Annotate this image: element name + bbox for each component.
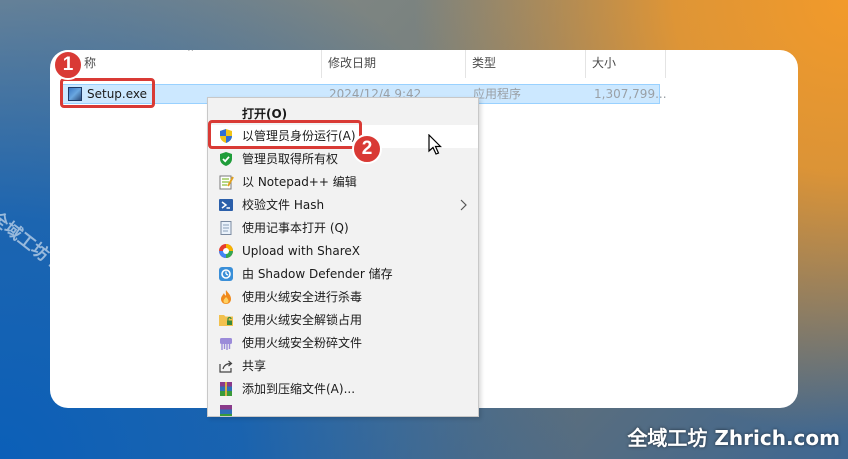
column-name-label: 称 [84,56,97,70]
green-shield-check-icon [220,152,232,166]
menu-item-huorong-scan[interactable]: 使用火绒安全进行杀毒 [208,286,478,309]
step-2-badge: 2 [352,134,382,164]
column-header-size[interactable]: 大小 [586,50,666,78]
column-header-name[interactable]: 称 [78,50,322,78]
chevron-right-icon [460,199,467,211]
menu-item-label: 由 Shadow Defender 储存 [242,267,393,281]
column-header-row: ⌃ 称 修改日期 类型 大小 [50,50,798,78]
winrar-icon [220,405,232,416]
menu-item-label: 共享 [242,359,267,373]
menu-item-add-to-archive[interactable]: 添加到压缩文件(A)... [208,378,478,401]
share-icon [219,360,233,373]
menu-item-label: 使用火绒安全解锁占用 [242,313,363,327]
shredder-icon [220,338,232,350]
menu-item-label: 使用火绒安全粉碎文件 [242,336,363,350]
highlight-box-run-as-admin [208,120,362,149]
column-header-type[interactable]: 类型 [466,50,586,78]
notepad-plus-plus-icon [219,175,234,190]
menu-item-file-hash[interactable]: 校验文件 Hash [208,194,478,217]
step-1-badge: 1 [53,50,83,80]
file-type: 应用程序 [473,87,522,101]
menu-item-label: 校验文件 Hash [242,198,325,212]
menu-item-notepadpp[interactable]: 以 Notepad++ 编辑 [208,171,478,194]
column-size-label: 大小 [592,56,617,70]
winrar-icon [220,382,232,396]
column-date-label: 修改日期 [328,56,377,70]
notepad-icon [220,221,232,235]
shadow-defender-icon [219,267,233,281]
column-type-label: 类型 [472,56,497,70]
menu-item-label: 管理员取得所有权 [242,152,339,166]
menu-item-huorong-unlock[interactable]: 使用火绒安全解锁占用 [208,309,478,332]
mouse-cursor-icon [428,134,442,155]
highlight-box-file [60,78,155,108]
menu-item-open-notepad[interactable]: 使用记事本打开 (Q) [208,217,478,240]
corner-watermark: 全域工坊 Zhrich.com [627,426,840,450]
sharex-icon [219,244,233,258]
menu-item-label: 添加到压缩文件(A)... [242,382,356,396]
file-size: 1,307,799... [594,87,667,101]
powershell-icon [219,199,233,211]
menu-item-share[interactable]: 共享 [208,355,478,378]
menu-item-label: 以 Notepad++ 编辑 [242,175,357,189]
huorong-flame-icon [221,290,231,304]
menu-item-label: 使用火绒安全进行杀毒 [242,290,363,304]
menu-item-label: Upload with ShareX [242,244,360,258]
menu-item-label: 使用记事本打开 (Q) [242,221,349,235]
column-header-date[interactable]: 修改日期 [322,50,466,78]
menu-item-sharex[interactable]: Upload with ShareX [208,240,478,263]
menu-item-partial[interactable] [208,401,478,416]
folder-unlock-icon [219,315,233,326]
menu-item-huorong-shred[interactable]: 使用火绒安全粉碎文件 [208,332,478,355]
menu-item-shadow-defender[interactable]: 由 Shadow Defender 储存 [208,263,478,286]
